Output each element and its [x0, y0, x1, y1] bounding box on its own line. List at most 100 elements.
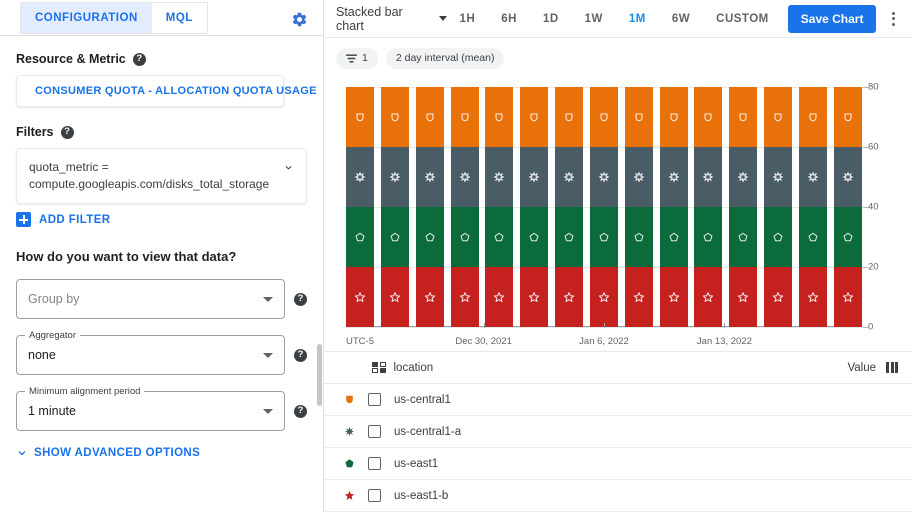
legend-checkbox[interactable]	[368, 489, 381, 502]
range-button-1m[interactable]: 1M	[616, 7, 659, 31]
stacked-bar[interactable]	[589, 86, 618, 327]
help-icon-alignment-period[interactable]: ?	[294, 404, 307, 418]
legend-checkbox[interactable]	[368, 393, 381, 406]
stacked-bar[interactable]	[380, 86, 409, 327]
bar-segment-us-east1-b[interactable]	[380, 266, 409, 327]
bar-segment-us-east1[interactable]	[729, 206, 758, 267]
bar-segment-us-east1-b[interactable]	[520, 266, 549, 327]
bar-segment-us-east1[interactable]	[450, 206, 479, 267]
bar-segment-us-central1-a[interactable]	[520, 146, 549, 207]
stacked-bar[interactable]	[415, 86, 444, 327]
add-filter-button[interactable]: ADD FILTER	[16, 212, 307, 227]
bar-segment-us-east1-b[interactable]	[450, 266, 479, 327]
bar-segment-us-central1-a[interactable]	[659, 146, 688, 207]
filter-item[interactable]: quota_metric = compute.googleapis.com/di…	[16, 148, 307, 204]
bar-segment-us-east1-b[interactable]	[485, 266, 514, 327]
legend-checkbox[interactable]	[368, 457, 381, 470]
bar-segment-us-east1[interactable]	[380, 206, 409, 267]
bar-segment-us-east1[interactable]	[798, 206, 827, 267]
bar-segment-us-east1[interactable]	[764, 206, 793, 267]
bar-segment-us-central1-a[interactable]	[589, 146, 618, 207]
bar-segment-us-central1-a[interactable]	[833, 146, 862, 207]
bar-segment-us-east1-b[interactable]	[694, 266, 723, 327]
bar-segment-us-east1-b[interactable]	[555, 266, 584, 327]
bar-segment-us-central1[interactable]	[485, 86, 514, 147]
show-advanced-options-button[interactable]: SHOW ADVANCED OPTIONS	[16, 447, 307, 459]
bar-segment-us-central1[interactable]	[729, 86, 758, 147]
stacked-bar[interactable]	[764, 86, 793, 327]
bar-segment-us-east1[interactable]	[659, 206, 688, 267]
range-button-custom[interactable]: CUSTOM	[703, 7, 782, 31]
range-button-1h[interactable]: 1H	[447, 7, 489, 31]
legend-checkbox[interactable]	[368, 425, 381, 438]
bar-segment-us-central1-a[interactable]	[450, 146, 479, 207]
stacked-bar[interactable]	[520, 86, 549, 327]
bar-segment-us-central1[interactable]	[380, 86, 409, 147]
stacked-bar[interactable]	[798, 86, 827, 327]
bar-segment-us-central1[interactable]	[659, 86, 688, 147]
stacked-bar[interactable]	[485, 86, 514, 327]
save-chart-button[interactable]: Save Chart	[787, 4, 877, 33]
bar-segment-us-central1[interactable]	[555, 86, 584, 147]
stacked-bar[interactable]	[694, 86, 723, 327]
bar-segment-us-east1[interactable]	[346, 206, 374, 267]
bar-segment-us-east1-b[interactable]	[659, 266, 688, 327]
range-button-1w[interactable]: 1W	[572, 7, 616, 31]
legend-row[interactable]: us-central1-a	[324, 416, 912, 448]
stacked-bar[interactable]	[833, 86, 862, 327]
bar-segment-us-east1-b[interactable]	[415, 266, 444, 327]
bar-segment-us-east1[interactable]	[555, 206, 584, 267]
range-button-6h[interactable]: 6H	[488, 7, 530, 31]
stacked-bar[interactable]	[555, 86, 584, 327]
range-button-6w[interactable]: 6W	[659, 7, 703, 31]
range-button-1d[interactable]: 1D	[530, 7, 572, 31]
bar-segment-us-central1-a[interactable]	[555, 146, 584, 207]
bar-segment-us-east1[interactable]	[624, 206, 653, 267]
legend-row[interactable]: us-central1	[324, 384, 912, 416]
bar-segment-us-east1-b[interactable]	[764, 266, 793, 327]
bar-segment-us-central1-a[interactable]	[346, 146, 374, 207]
bar-segment-us-central1-a[interactable]	[798, 146, 827, 207]
bar-segment-us-central1[interactable]	[833, 86, 862, 147]
bar-segment-us-central1[interactable]	[624, 86, 653, 147]
group-by-select[interactable]: Group by	[16, 279, 285, 319]
bar-segment-us-east1[interactable]	[520, 206, 549, 267]
legend-row[interactable]: us-east1-b	[324, 480, 912, 512]
bar-segment-us-east1-b[interactable]	[346, 266, 374, 327]
help-icon-resource-metric[interactable]: ?	[132, 52, 146, 66]
aggregator-select[interactable]: Aggregator none	[16, 330, 285, 375]
bar-segment-us-central1[interactable]	[764, 86, 793, 147]
help-icon-group-by[interactable]: ?	[294, 292, 307, 306]
bar-segment-us-central1-a[interactable]	[764, 146, 793, 207]
bar-segment-us-central1[interactable]	[798, 86, 827, 147]
bar-segment-us-east1[interactable]	[833, 206, 862, 267]
bar-segment-us-central1[interactable]	[450, 86, 479, 147]
bar-segment-us-east1[interactable]	[485, 206, 514, 267]
help-icon-aggregator[interactable]: ?	[294, 348, 307, 362]
chart-overflow-menu-button[interactable]	[882, 11, 904, 26]
legend-row[interactable]: us-east1	[324, 448, 912, 480]
stacked-bar[interactable]	[624, 86, 653, 327]
bar-segment-us-east1[interactable]	[589, 206, 618, 267]
stacked-bar[interactable]	[729, 86, 758, 327]
tab-mql[interactable]: MQL	[151, 3, 207, 33]
bar-segment-us-central1-a[interactable]	[415, 146, 444, 207]
bar-segment-us-central1[interactable]	[346, 86, 374, 147]
bar-segment-us-east1-b[interactable]	[798, 266, 827, 327]
bar-segment-us-central1[interactable]	[694, 86, 723, 147]
bar-segment-us-central1[interactable]	[415, 86, 444, 147]
bar-segment-us-central1-a[interactable]	[485, 146, 514, 207]
bar-segment-us-central1-a[interactable]	[694, 146, 723, 207]
bar-segment-us-east1[interactable]	[694, 206, 723, 267]
panel-scrollbar[interactable]	[317, 344, 322, 406]
interval-chip[interactable]: 2 day interval (mean)	[385, 47, 505, 69]
stacked-bar[interactable]	[346, 86, 374, 327]
bar-segment-us-east1-b[interactable]	[589, 266, 618, 327]
bar-segment-us-central1[interactable]	[520, 86, 549, 147]
alignment-period-select[interactable]: Minimum alignment period 1 minute	[16, 386, 285, 431]
bar-segment-us-central1-a[interactable]	[729, 146, 758, 207]
legend-value-column-header[interactable]: Value	[847, 362, 898, 374]
bar-segment-us-central1[interactable]	[589, 86, 618, 147]
bar-segment-us-east1-b[interactable]	[833, 266, 862, 327]
bar-segment-us-east1-b[interactable]	[624, 266, 653, 327]
